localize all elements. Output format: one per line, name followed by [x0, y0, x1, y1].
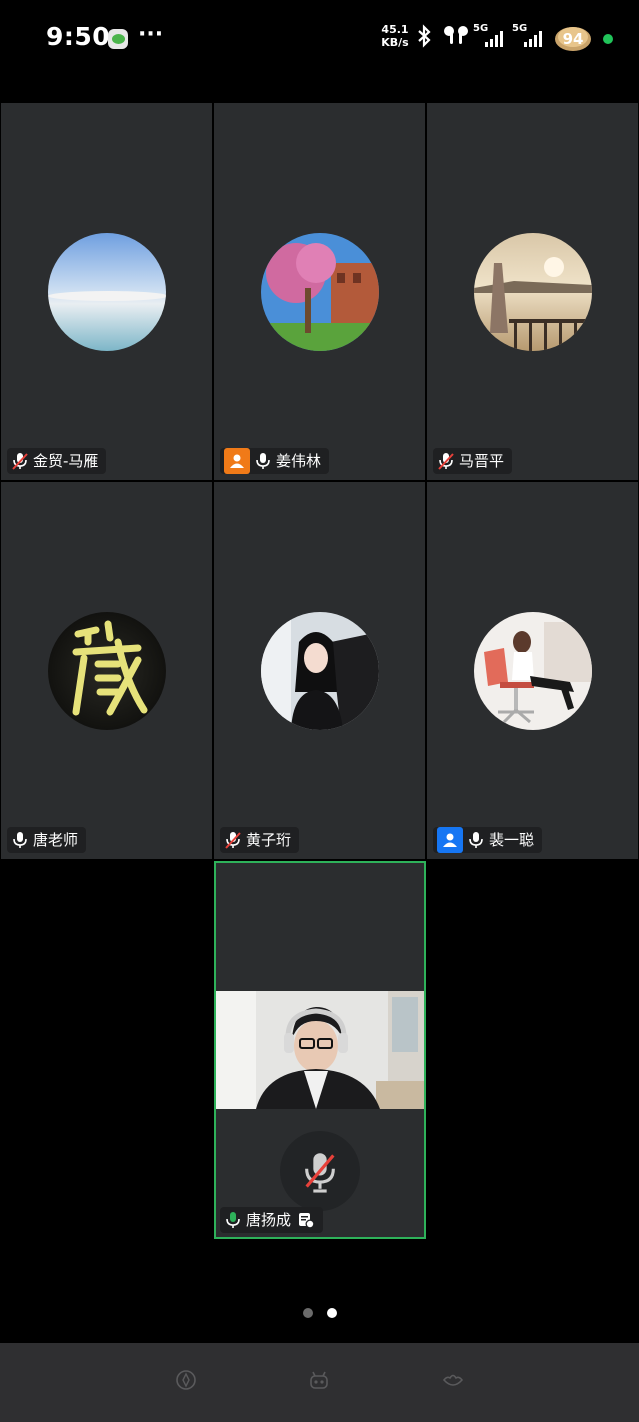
calligraphy-avatar: [47, 612, 166, 730]
participant-name-tag: 马晋平: [433, 448, 513, 474]
self-video-tile[interactable]: 唐扬成: [214, 861, 426, 1239]
network-speed: 45.1 KB/s: [380, 23, 410, 49]
participant-name-tag: 姜伟林: [220, 448, 330, 474]
participant-name-tag: 金贸-马雁: [7, 448, 107, 474]
participant-tile[interactable]: 唐老师: [1, 482, 212, 859]
sunset-lake-avatar: [473, 233, 592, 351]
network-speed-value: 45.1: [381, 23, 409, 36]
page-indicator-dot[interactable]: [303, 1308, 313, 1318]
mic-icon: [469, 832, 483, 848]
participant-tile[interactable]: 马晋平: [427, 103, 638, 480]
participant-name: 金贸-马雁: [33, 452, 99, 470]
mic-muted-overlay-icon: [280, 1131, 360, 1211]
signal-strength-icon: [485, 31, 503, 47]
girl-avatar: [260, 612, 379, 730]
mic-muted-icon: [225, 832, 241, 849]
participant-name: 裴一聪: [489, 831, 535, 849]
wechat-notification-icon: [108, 29, 128, 49]
participant-name: 黄子珩: [246, 831, 292, 849]
participant-name: 唐扬成: [246, 1211, 292, 1229]
privacy-indicator-icon: [603, 34, 613, 44]
self-camera-video: [216, 991, 424, 1109]
compass-icon[interactable]: [174, 1368, 198, 1392]
gold-ingot-icon[interactable]: [441, 1368, 465, 1392]
participant-name-tag: 裴一聪: [433, 827, 543, 853]
participant-name: 唐老师: [33, 831, 79, 849]
participant-name: 马晋平: [459, 452, 505, 470]
participant-tile[interactable]: 金贸-马雁: [1, 103, 212, 480]
cohost-badge-icon: [437, 827, 463, 853]
status-time: 9:50: [46, 22, 111, 51]
participant-tile[interactable]: 姜伟林: [214, 103, 425, 480]
earbuds-icon: [444, 26, 468, 44]
sky-sea-avatar: [47, 233, 166, 351]
participant-name: 姜伟林: [276, 452, 322, 470]
mic-icon: [13, 832, 27, 848]
participant-tile[interactable]: 裴一聪: [427, 482, 638, 859]
self-name-tag: 唐扬成: [220, 1207, 324, 1233]
network-speed-unit: KB/s: [381, 36, 409, 49]
host-badge-icon: [224, 448, 250, 474]
more-notifications-icon: ···: [138, 22, 164, 47]
page-indicator-dot-active[interactable]: [327, 1308, 337, 1318]
participant-name-tag: 唐老师: [7, 827, 87, 853]
mic-active-icon: [226, 1212, 240, 1228]
mic-icon: [256, 453, 270, 469]
flower-tree-avatar: [260, 233, 379, 351]
participant-tile[interactable]: 黄子珩: [214, 482, 425, 859]
mic-muted-icon: [12, 453, 28, 470]
participant-name-tag: 黄子珩: [220, 827, 300, 853]
bluetooth-icon: [418, 24, 431, 48]
robot-icon[interactable]: [307, 1368, 331, 1392]
battery-level: 94: [562, 30, 584, 48]
network-status-icon: [299, 1213, 315, 1229]
chair-avatar: [473, 612, 592, 730]
mic-muted-icon: [438, 453, 454, 470]
signal-strength-icon: [524, 31, 542, 47]
status-bar: 9:50 ··· 45.1 KB/s 5G 5G 94: [0, 0, 639, 80]
